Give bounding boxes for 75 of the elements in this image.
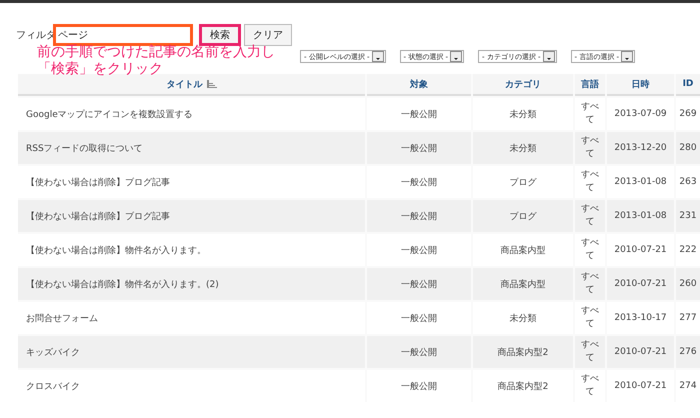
table-cell: キッズバイク — [18, 336, 365, 368]
annotation-text: 前の手順でつけた記事の名前を入力し — [37, 44, 275, 61]
sort-icon — [206, 80, 216, 88]
table-cell: 2010-07-21 — [607, 234, 674, 266]
table-cell: 一般公開 — [367, 302, 471, 334]
column-title: ID — [682, 79, 694, 89]
filter-input[interactable]: ページ — [53, 24, 193, 46]
column-title: 対象 — [410, 78, 428, 90]
table-cell: 276 — [676, 336, 700, 368]
table-cell: 一般公開 — [367, 132, 471, 164]
table-cell: 一般公開 — [367, 336, 471, 368]
table-cell: 商品案内型2 — [473, 370, 573, 402]
table-cell: ブログ — [473, 166, 573, 198]
table-cell: すべて — [575, 302, 605, 334]
table-cell: 一般公開 — [367, 200, 471, 232]
table-cell: 231 — [676, 200, 700, 232]
table-cell: 277 — [676, 302, 700, 334]
table-cell: 263 — [676, 166, 700, 198]
table-cell: すべて — [575, 166, 605, 198]
table-cell: 2010-07-21 — [607, 370, 674, 402]
table-cell: 未分類 — [473, 302, 573, 334]
table-cell: すべて — [575, 200, 605, 232]
table-cell: 269 — [676, 98, 700, 130]
column-title: タイトル — [166, 78, 202, 90]
table-cell: 2013-01-08 — [607, 166, 674, 198]
table-cell: 【使わない場合は削除】ブログ記事 — [18, 166, 365, 198]
table-cell: 一般公開 — [367, 234, 471, 266]
column-title: 言語 — [581, 78, 599, 90]
table-cell: すべて — [575, 132, 605, 164]
table-cell: 商品案内型2 — [473, 336, 573, 368]
column-header[interactable]: 言語 — [575, 74, 605, 96]
table-cell: 222 — [676, 234, 700, 266]
table-cell: 一般公開 — [367, 370, 471, 402]
table-cell: 【使わない場合は削除】物件名が入ります。 — [18, 234, 365, 266]
table-cell: すべて — [575, 268, 605, 300]
table-cell: 274 — [676, 370, 700, 402]
table-cell: 商品案内型 — [473, 234, 573, 266]
table-cell: 2013-10-17 — [607, 302, 674, 334]
search-button[interactable]: 検索 — [199, 24, 241, 46]
table-cell: 260 — [676, 268, 700, 300]
table-cell: 【使わない場合は削除】ブログ記事 — [18, 200, 365, 232]
table-cell: 280 — [676, 132, 700, 164]
table-cell: 一般公開 — [367, 98, 471, 130]
caret-icon — [372, 51, 384, 62]
column-title: 日時 — [632, 78, 650, 90]
table-cell: 2013-07-09 — [607, 98, 674, 130]
table-cell: 2013-12-20 — [607, 132, 674, 164]
caret-icon — [450, 51, 462, 62]
table-cell: 商品案内型 — [473, 268, 573, 300]
table-cell: すべて — [575, 370, 605, 402]
table-cell: 未分類 — [473, 132, 573, 164]
column-header[interactable]: 日時 — [607, 74, 674, 96]
column-header[interactable]: 対象 — [367, 74, 471, 96]
column-title: カテゴリ — [505, 78, 541, 90]
table-cell: すべて — [575, 234, 605, 266]
table-cell: 2010-07-21 — [607, 336, 674, 368]
table-cell: クロスバイク — [18, 370, 365, 402]
table-cell: すべて — [575, 336, 605, 368]
table-cell: 一般公開 — [367, 268, 471, 300]
column-header[interactable]: タイトル — [18, 74, 365, 96]
column-header[interactable]: カテゴリ — [473, 74, 573, 96]
table-cell: お問合せフォーム — [18, 302, 365, 334]
table-cell: 2010-07-21 — [607, 268, 674, 300]
table-cell: 2013-01-08 — [607, 200, 674, 232]
caret-icon — [621, 51, 634, 62]
table-cell: ブログ — [473, 200, 573, 232]
caret-icon — [542, 51, 555, 62]
table-cell: すべて — [575, 98, 605, 130]
table-cell: 一般公開 — [367, 166, 471, 198]
table-cell: 未分類 — [473, 98, 573, 130]
table-cell: RSSフィードの取得について — [18, 132, 365, 164]
table-cell: 【使わない場合は削除】物件名が入ります。(2) — [18, 268, 365, 300]
clear-button[interactable]: クリア — [244, 24, 292, 46]
column-header[interactable]: ID — [676, 74, 700, 96]
table-cell: Googleマップにアイコンを複数設置する — [18, 98, 365, 130]
